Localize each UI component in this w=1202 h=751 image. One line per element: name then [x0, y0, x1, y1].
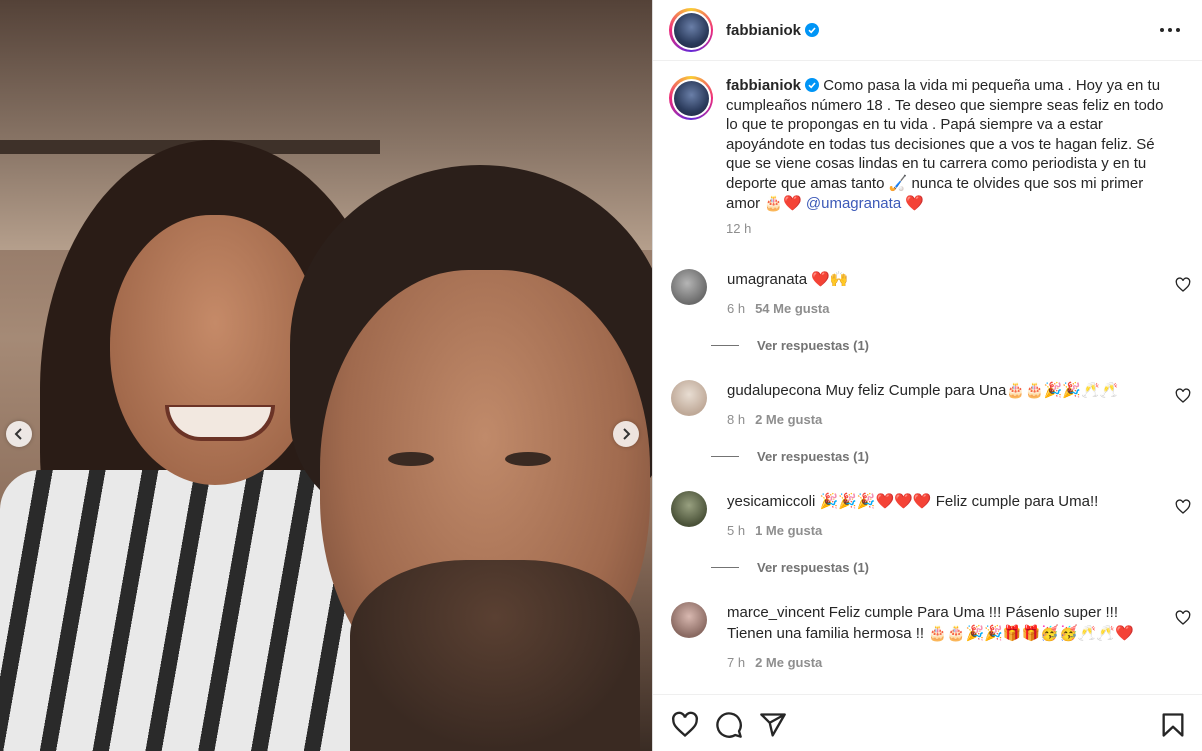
more-icon [1160, 28, 1180, 32]
comment-text: Muy feliz Cumple para Una🎂🎂🎉🎉🥂🥂 [825, 382, 1119, 399]
comment-time[interactable]: 8 h [727, 412, 745, 427]
comment-body: marce_vincent Feliz cumple Para Uma !!! … [727, 602, 1157, 673]
post-side-panel: fabbianiok fabbianiok Como pasa la vida … [652, 0, 1202, 751]
view-replies-label[interactable]: Ver respuestas (1) [757, 449, 869, 464]
photo-eye-right [505, 452, 551, 466]
photo-beard [350, 560, 640, 751]
comment-body: umagranata ❤️🙌 6 h 54 Me gusta [727, 269, 1157, 319]
verified-icon [805, 78, 820, 92]
caption-username[interactable]: fabbianiok [726, 77, 801, 94]
comment-meta: 6 h 54 Me gusta [727, 298, 1157, 319]
caption-mention-link[interactable]: @umagranata [806, 195, 901, 212]
comment-meta: 5 h 1 Me gusta [727, 520, 1157, 541]
chevron-left-icon [14, 428, 22, 440]
comment-time[interactable]: 6 h [727, 301, 745, 316]
avatar[interactable] [671, 602, 707, 638]
avatar[interactable] [671, 380, 707, 416]
post-actions-bar [653, 694, 1202, 751]
username-text[interactable]: fabbianiok [726, 22, 801, 39]
avatar[interactable] [669, 8, 713, 52]
heart-icon[interactable] [671, 711, 699, 739]
comment-likes[interactable]: 2 Me gusta [755, 655, 822, 670]
heart-icon[interactable] [1175, 388, 1191, 404]
photo-girl-face [110, 215, 320, 485]
view-replies-label[interactable]: Ver respuestas (1) [757, 338, 869, 353]
avatar[interactable] [671, 491, 707, 527]
view-replies-button[interactable]: Ver respuestas (1) [711, 338, 869, 353]
post-header: fabbianiok [653, 0, 1202, 61]
caption-text: Como pasa la vida mi pequeña uma . Hoy y… [726, 77, 1164, 212]
post-timestamp[interactable]: 12 h [726, 219, 1174, 239]
heart-icon[interactable] [1175, 610, 1191, 626]
comment-likes[interactable]: 1 Me gusta [755, 523, 822, 538]
comment-icon[interactable] [715, 711, 743, 739]
view-replies-button[interactable]: Ver respuestas (1) [711, 449, 869, 464]
more-options-button[interactable] [1158, 18, 1182, 42]
comment-username[interactable]: gudalupecona [727, 382, 821, 399]
avatar[interactable] [671, 269, 707, 305]
comment-text: ❤️🙌 [811, 271, 849, 288]
caption-text-block: fabbianiok Como pasa la vida mi pequeña … [726, 76, 1174, 239]
comment-username[interactable]: umagranata [727, 271, 807, 288]
heart-icon[interactable] [1175, 499, 1191, 515]
comment-body: yesicamiccoli 🎉🎉🎉❤️❤️❤️ Feliz cumple par… [727, 491, 1157, 541]
post-photo [0, 0, 652, 751]
comment-meta: 8 h 2 Me gusta [727, 409, 1157, 430]
chevron-right-icon [623, 428, 631, 440]
share-icon[interactable] [759, 711, 787, 739]
comment-body: gudalupecona Muy feliz Cumple para Una🎂🎂… [727, 380, 1157, 430]
comment-likes[interactable]: 2 Me gusta [755, 412, 822, 427]
view-replies-button[interactable]: Ver respuestas (1) [711, 560, 869, 575]
comment-time[interactable]: 7 h [727, 655, 745, 670]
verified-icon [805, 22, 820, 37]
comment-text: 🎉🎉🎉❤️❤️❤️ Feliz cumple para Uma!! [819, 493, 1099, 510]
comment-likes[interactable]: 54 Me gusta [755, 301, 829, 316]
heart-icon[interactable] [1175, 277, 1191, 293]
caption-end: ❤️ [905, 194, 925, 212]
view-replies-label[interactable]: Ver respuestas (1) [757, 560, 869, 575]
next-photo-button[interactable] [613, 421, 639, 447]
caption-avatar[interactable] [669, 76, 713, 120]
comment-meta: 7 h 2 Me gusta [727, 652, 1157, 673]
comment-username[interactable]: yesicamiccoli [727, 493, 815, 510]
post-caption: fabbianiok Como pasa la vida mi pequeña … [669, 76, 1189, 239]
bookmark-icon[interactable] [1159, 711, 1187, 739]
comment-time[interactable]: 5 h [727, 523, 745, 538]
photo-eye-left [388, 452, 434, 466]
comment-username[interactable]: marce_vincent [727, 604, 825, 621]
previous-photo-button[interactable] [6, 421, 32, 447]
header-username[interactable]: fabbianiok [726, 22, 820, 39]
